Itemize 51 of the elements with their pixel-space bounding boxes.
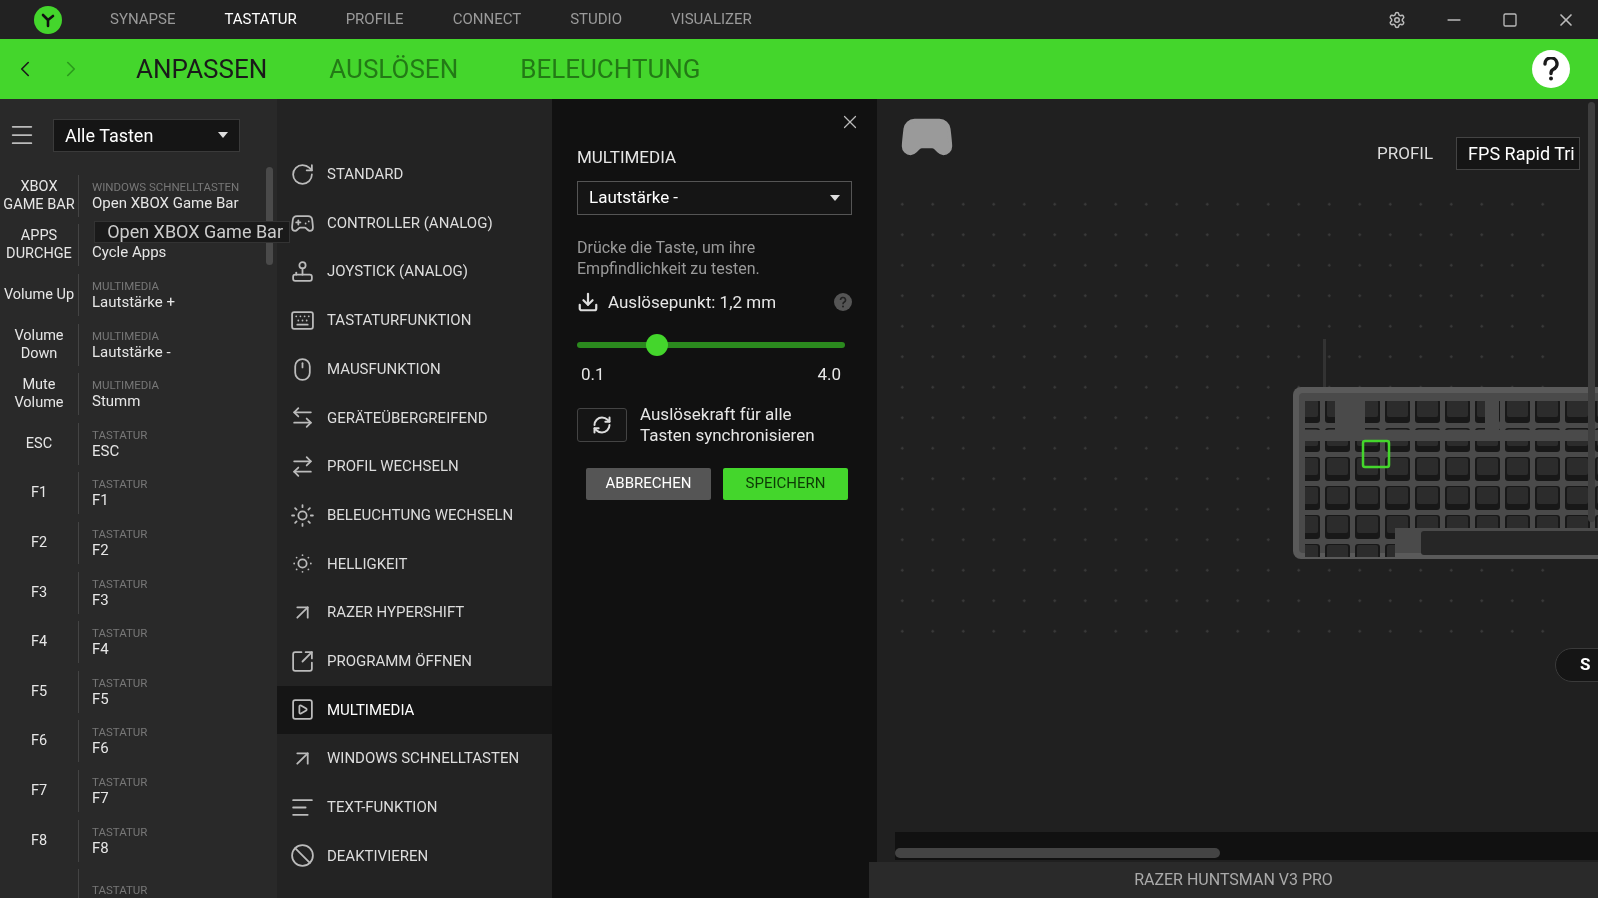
key-name: Volume Up	[2, 286, 76, 304]
assignment-value: Stumm	[92, 392, 142, 411]
drag-tooltip: Open XBOX Game Bar	[94, 220, 290, 243]
key-name: ESC	[24, 434, 54, 453]
assignment-value: F6	[92, 739, 110, 758]
editor-title: MULTIMEDIA	[577, 146, 678, 169]
assignment-value: F2	[92, 540, 110, 559]
key-name: F4	[29, 633, 49, 652]
assignment-value: F5	[92, 689, 110, 708]
key-name: Volume Down	[13, 326, 65, 363]
assignment-category: TASTATUR	[92, 675, 148, 690]
assignment-category: MULTIMEDIA	[92, 328, 160, 343]
actuation-label: Auslösepunkt: 1,2 mm	[608, 290, 777, 314]
key-name: F6	[29, 732, 49, 751]
assignment-category: MULTIMEDIA	[92, 378, 159, 393]
key-name: F1	[29, 484, 49, 503]
assignment-category: MULTIMEDIA	[92, 279, 160, 293]
key-name: APPS DURCHGE	[5, 227, 73, 264]
key-name: F3	[29, 583, 49, 602]
assignment-value: F8	[92, 838, 110, 857]
profile-label: PROFIL	[1377, 141, 1434, 165]
assignment-category: TASTATUR	[92, 883, 148, 898]
key-name: F8	[29, 831, 49, 850]
assignment-value: F4	[92, 640, 110, 659]
assignment-category: TASTATUR	[92, 725, 148, 740]
assignment-category: TASTATUR	[92, 626, 148, 641]
assignment-value: F7	[92, 788, 110, 807]
device-name: RAZER HUNTSMAN V3 PRO	[1134, 869, 1333, 891]
assignment-value: F3	[92, 590, 110, 609]
assignment-category: TASTATUR	[92, 477, 148, 492]
hint-text: Drücke die Taste, um ihre Empfindlichkeit zu testen.	[577, 236, 761, 279]
assignment-value: Lautstärke +	[92, 293, 175, 311]
assignment-category: TASTATUR	[92, 576, 148, 591]
slider-max-value: 4.0	[817, 363, 841, 386]
key-name: F7	[29, 781, 49, 800]
assignment-value: Lautstärke -	[92, 342, 171, 361]
assignment-value: Open XBOX Game Bar	[92, 193, 240, 212]
assignment-category: TASTATUR	[92, 526, 148, 541]
assignment-value: F1	[92, 491, 110, 510]
key-name: F5	[29, 682, 49, 701]
slider-min-value: 0.1	[581, 363, 605, 386]
sync-label: Auslösekraft für alle Tasten synchronisieren	[640, 403, 816, 446]
assignment-category: TASTATUR	[92, 427, 148, 442]
assignment-category: WINDOWS SCHNELLTASTEN	[92, 179, 240, 194]
assignment-category: TASTATUR	[92, 824, 148, 839]
assignment-value: Cycle Apps	[92, 243, 167, 262]
key-name: XBOX GAME BAR	[2, 177, 76, 214]
assignment-value: ESC	[92, 441, 121, 460]
assignment-category: TASTATUR	[92, 774, 148, 789]
key-name: Mute Volume	[13, 376, 65, 413]
key-name: F2	[29, 533, 49, 552]
